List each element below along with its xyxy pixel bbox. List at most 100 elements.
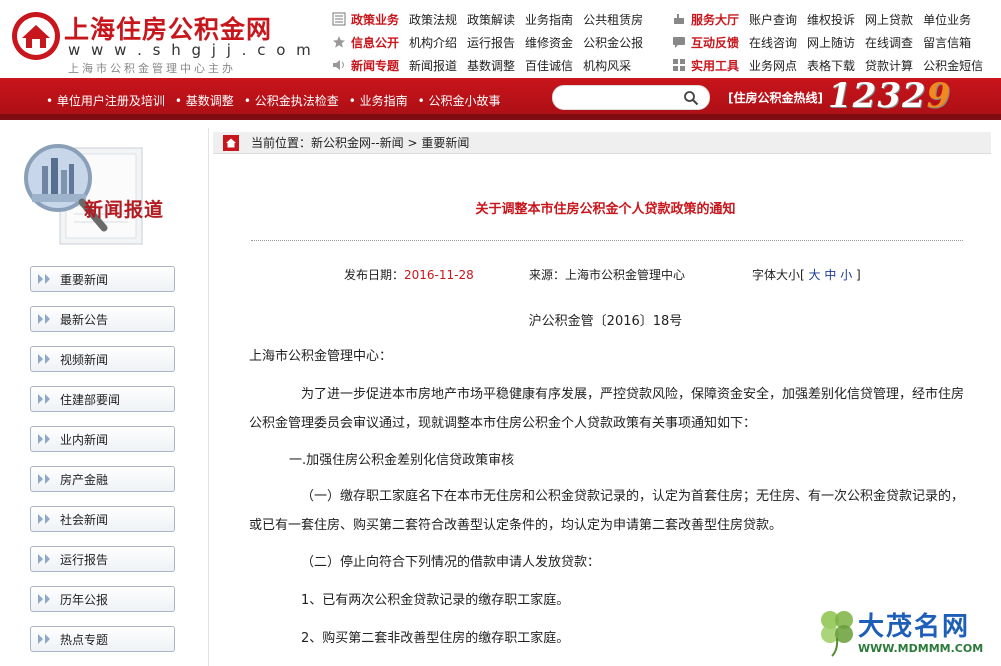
nav-row-3: 新闻专题 新闻报道 基数调整 百佳诚信 机构风采 <box>332 55 641 75</box>
nav-cat-policy[interactable]: 政策业务 <box>332 11 399 28</box>
quicklink-inspection[interactable]: • 公积金执法检查 <box>244 92 339 109</box>
site-url: w w w . s h g j j . c o m <box>68 41 314 59</box>
nav-link-unit-business[interactable]: 单位业务 <box>923 11 971 28</box>
font-size-medium[interactable]: 中 <box>824 268 836 282</box>
search-input[interactable] <box>563 89 683 107</box>
watermark-url: WWW.MDMMM.COM <box>858 642 984 655</box>
sidebar-item-annual-bulletin[interactable]: 历年公报 <box>30 586 175 612</box>
quicklink-base-adjust[interactable]: • 基数调整 <box>175 92 234 109</box>
watermark: 大茂名网 WWW.MDMMM.COM <box>818 604 998 664</box>
double-arrow-icon <box>38 434 50 444</box>
font-size-large[interactable]: 大 <box>809 268 821 282</box>
home-icon[interactable] <box>223 134 239 151</box>
nav-link-survey[interactable]: 在线调查 <box>865 34 913 51</box>
double-arrow-icon <box>38 354 50 364</box>
nav-link-repair-fund[interactable]: 维修资金 <box>525 34 573 51</box>
nav-cat-news[interactable]: 新闻专题 <box>332 57 399 74</box>
sidebar-item-operation-report[interactable]: 运行报告 <box>30 546 175 572</box>
nav-link-loan-calc[interactable]: 贷款计算 <box>865 57 913 74</box>
quicklink-guide[interactable]: • 业务指南 <box>349 92 408 109</box>
double-arrow-icon <box>38 554 50 564</box>
double-arrow-icon <box>38 274 50 284</box>
article-panel: 当前位置：新公积金网--新闻 > 重要新闻 关于调整本市住房公积金个人贷款政策的… <box>208 128 1001 666</box>
sidebar-item-industry-news[interactable]: 业内新闻 <box>30 426 175 452</box>
tools-icon <box>673 59 685 71</box>
double-arrow-icon <box>38 594 50 604</box>
nav-link-news-report[interactable]: 新闻报道 <box>409 57 457 74</box>
document-number: 沪公积金管〔2016〕18号 <box>528 314 683 329</box>
sidebar-item-video-news[interactable]: 视频新闻 <box>30 346 175 372</box>
site-header: 上海住房公积金网 w w w . s h g j j . c o m 上海市公积… <box>0 0 1001 78</box>
nav-link-account-query[interactable]: 账户查询 <box>749 11 797 28</box>
sidebar-item-latest-notice[interactable]: 最新公告 <box>30 306 175 332</box>
nav-cat-info[interactable]: 信息公开 <box>332 34 399 51</box>
search-box <box>552 85 710 110</box>
nav-link-guide[interactable]: 业务指南 <box>525 11 573 28</box>
house-logo-icon <box>12 12 60 60</box>
article-source: 来源：上海市公积金管理中心 <box>529 268 686 282</box>
nav-link-branches[interactable]: 业务网点 <box>749 57 797 74</box>
nav-link-integrity[interactable]: 百佳诚信 <box>525 57 573 74</box>
star-icon <box>333 36 345 48</box>
nav-link-base-adjust[interactable]: 基数调整 <box>467 57 515 74</box>
search-icon[interactable] <box>683 90 699 106</box>
double-arrow-icon <box>38 394 50 404</box>
sidebar: 新闻报道 重要新闻 最新公告 视频新闻 住建部要闻 业内新闻 房产金融 社会新闻… <box>0 128 208 666</box>
nav-cat-feedback[interactable]: 互动反馈 <box>672 34 739 51</box>
nav-link-complaint[interactable]: 维权投诉 <box>807 11 855 28</box>
nav-cat-tools[interactable]: 实用工具 <box>672 57 739 74</box>
nav-row-1b: 服务大厅 账户查询 维权投诉 网上贷款 单位业务 <box>672 9 981 29</box>
double-arrow-icon <box>38 314 50 324</box>
title-divider <box>251 240 963 241</box>
sidebar-item-ministry-news[interactable]: 住建部要闻 <box>30 386 175 412</box>
nav-row-2b: 互动反馈 在线咨询 网上随访 在线调查 留言信箱 <box>672 32 981 52</box>
article-salutation: 上海市公积金管理中心： <box>249 349 393 364</box>
sidebar-item-hot-topics[interactable]: 热点专题 <box>30 626 175 652</box>
sidebar-section-title: 新闻报道 <box>84 199 165 221</box>
double-arrow-icon <box>38 514 50 524</box>
sidebar-item-social-news[interactable]: 社会新闻 <box>30 506 175 532</box>
quicklink-register[interactable]: • 单位用户注册及培训 <box>46 92 165 109</box>
nav-cat-service[interactable]: 服务大厅 <box>672 11 739 28</box>
breadcrumb: 当前位置：新公积金网--新闻 > 重要新闻 <box>213 132 991 154</box>
nav-link-org-style[interactable]: 机构风采 <box>583 57 631 74</box>
watermark-text: 大茂名网 <box>858 612 971 642</box>
double-arrow-icon <box>38 474 50 484</box>
article-heading-1: 一.加强住房公积金差别化信贷政策审核 <box>289 453 515 468</box>
article-paragraph-3: （二）停止向符合下列情况的借款申请人发放贷款： <box>301 555 601 570</box>
nav-link-policy-law[interactable]: 政策法规 <box>409 11 457 28</box>
article-title: 关于调整本市住房公积金个人贷款政策的通知 <box>475 202 736 217</box>
nav-link-online-consult[interactable]: 在线咨询 <box>749 34 797 51</box>
article-paragraph-2: （一）缴存职工家庭名下在本市无住房和公积金贷款记录的，认定为首套住房；无住房、有… <box>249 489 965 533</box>
site-subtitle: 上海市公积金管理中心主办 <box>68 62 236 75</box>
hotline-label: [住房公积金热线] <box>728 91 823 105</box>
nav-link-mailbox[interactable]: 留言信箱 <box>923 34 971 51</box>
nav-link-forms[interactable]: 表格下载 <box>807 57 855 74</box>
hotline-number[interactable]: 12329 <box>828 76 951 116</box>
nav-link-policy-explain[interactable]: 政策解读 <box>467 11 515 28</box>
nav-link-followup[interactable]: 网上随访 <box>807 34 855 51</box>
font-size-small[interactable]: 小 <box>840 268 852 282</box>
site-logo[interactable]: 上海住房公积金网 w w w . s h g j j . c o m 上海市公积… <box>8 6 311 75</box>
nav-row-1: 政策业务 政策法规 政策解读 业务指南 公共租赁房 <box>332 9 653 29</box>
article-paragraph-1: 为了进一步促进本市房地产市场平稳健康有序发展，严控贷款风险，保障资金安全，加强差… <box>249 387 965 431</box>
nav-link-online-loan[interactable]: 网上贷款 <box>865 11 913 28</box>
double-arrow-icon <box>38 634 50 644</box>
nav-link-report[interactable]: 运行报告 <box>467 34 515 51</box>
quicklinks: • 单位用户注册及培训 • 基数调整 • 公积金执法检查 • 业务指南 • 公积… <box>46 92 511 109</box>
font-size-control: 字体大小[ 大 中 小 ] <box>752 268 861 282</box>
nav-link-org-intro[interactable]: 机构介绍 <box>409 34 457 51</box>
nav-row-2: 信息公开 机构介绍 运行报告 维修资金 公积金公报 <box>332 32 653 52</box>
sidebar-item-real-estate-finance[interactable]: 房产金融 <box>30 466 175 492</box>
nav-link-bulletin[interactable]: 公积金公报 <box>583 34 643 51</box>
nav-row-3b: 实用工具 业务网点 表格下载 贷款计算 公积金短信 <box>672 55 993 75</box>
nav-link-sms[interactable]: 公积金短信 <box>923 57 983 74</box>
nav-link-public-housing[interactable]: 公共租赁房 <box>583 11 643 28</box>
sidebar-item-important-news[interactable]: 重要新闻 <box>30 266 175 292</box>
speaker-icon <box>333 60 344 70</box>
clover-icon <box>821 611 853 657</box>
breadcrumb-text[interactable]: 当前位置：新公积金网--新闻 > 重要新闻 <box>251 134 469 151</box>
hand-icon <box>674 14 684 24</box>
quicklink-stories[interactable]: • 公积金小故事 <box>418 92 501 109</box>
list-icon <box>332 12 346 26</box>
